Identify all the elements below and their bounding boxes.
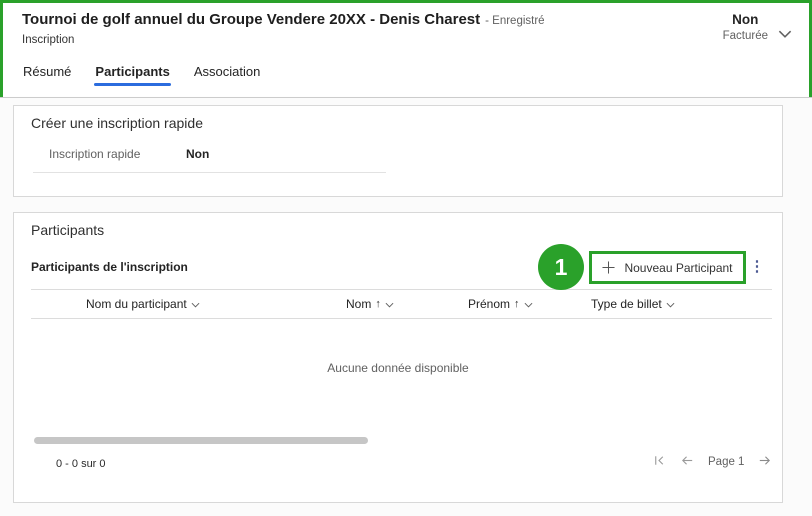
annotation-highlight-box: Nouveau Participant	[589, 251, 746, 284]
column-header-nom-du-participant[interactable]: Nom du participant	[86, 297, 200, 311]
grid-top-border	[31, 289, 772, 290]
pagination: Page 1	[652, 453, 772, 468]
first-page-icon[interactable]	[652, 453, 667, 468]
section-title: Participants	[31, 222, 104, 238]
column-label: Type de billet	[591, 297, 662, 311]
chevron-down-icon	[524, 302, 533, 308]
column-header-type-de-billet[interactable]: Type de billet	[591, 297, 675, 311]
field-value-inscription-rapide[interactable]: Non	[186, 147, 209, 161]
column-label: Nom	[346, 297, 371, 311]
empty-grid-message: Aucune donnée disponible	[14, 361, 782, 375]
page-indicator: Page 1	[708, 456, 744, 468]
page-title: Tournoi de golf annuel du Groupe Vendere…	[22, 11, 545, 28]
section-participants: Participants Participants de l'inscripti…	[13, 212, 783, 503]
tab-association[interactable]: Association	[193, 62, 261, 86]
column-label: Prénom	[468, 297, 510, 311]
chevron-down-icon	[385, 302, 394, 308]
field-label-inscription-rapide: Inscription rapide	[49, 147, 140, 161]
plus-icon	[602, 261, 615, 274]
horizontal-scrollbar	[31, 436, 772, 445]
sort-ascending-icon: ↑	[514, 298, 520, 310]
subgrid-title: Participants de l'inscription	[31, 260, 188, 274]
save-status: - Enregistré	[485, 15, 544, 27]
new-participant-button[interactable]: Nouveau Participant	[592, 254, 743, 281]
entity-name: Inscription	[22, 34, 74, 46]
header-field-facturee: Non Facturée	[723, 11, 768, 43]
annotation-step-badge: 1	[538, 244, 584, 290]
column-label: Nom du participant	[86, 297, 187, 311]
next-page-icon[interactable]	[757, 453, 772, 468]
section-title: Créer une inscription rapide	[31, 115, 203, 131]
column-header-nom[interactable]: Nom ↑	[346, 297, 394, 311]
more-commands-icon[interactable]: ⋮	[749, 256, 765, 278]
new-participant-label: Nouveau Participant	[624, 261, 732, 275]
app-window: Tournoi de golf annuel du Groupe Vendere…	[0, 0, 812, 516]
chevron-down-icon[interactable]	[776, 25, 794, 43]
chevron-down-icon	[666, 302, 675, 308]
header-field-label: Facturée	[723, 29, 768, 44]
tab-resume[interactable]: Résumé	[22, 62, 72, 86]
previous-page-icon[interactable]	[680, 453, 695, 468]
chevron-down-icon	[191, 302, 200, 308]
record-count: 0 - 0 sur 0	[56, 458, 106, 470]
column-header-prenom[interactable]: Prénom ↑	[468, 297, 533, 311]
column-header-bottom-border	[31, 318, 772, 319]
record-title-text: Tournoi de golf annuel du Groupe Vendere…	[22, 11, 480, 28]
sort-ascending-icon: ↑	[375, 298, 381, 310]
form-tabs: Résumé Participants Association	[22, 62, 261, 86]
header-field-value: Non	[732, 11, 758, 29]
horizontal-scrollbar-thumb[interactable]	[34, 437, 368, 444]
field-underline	[33, 172, 386, 173]
tab-participants[interactable]: Participants	[94, 62, 170, 86]
section-quick-registration: Créer une inscription rapide Inscription…	[13, 105, 783, 197]
